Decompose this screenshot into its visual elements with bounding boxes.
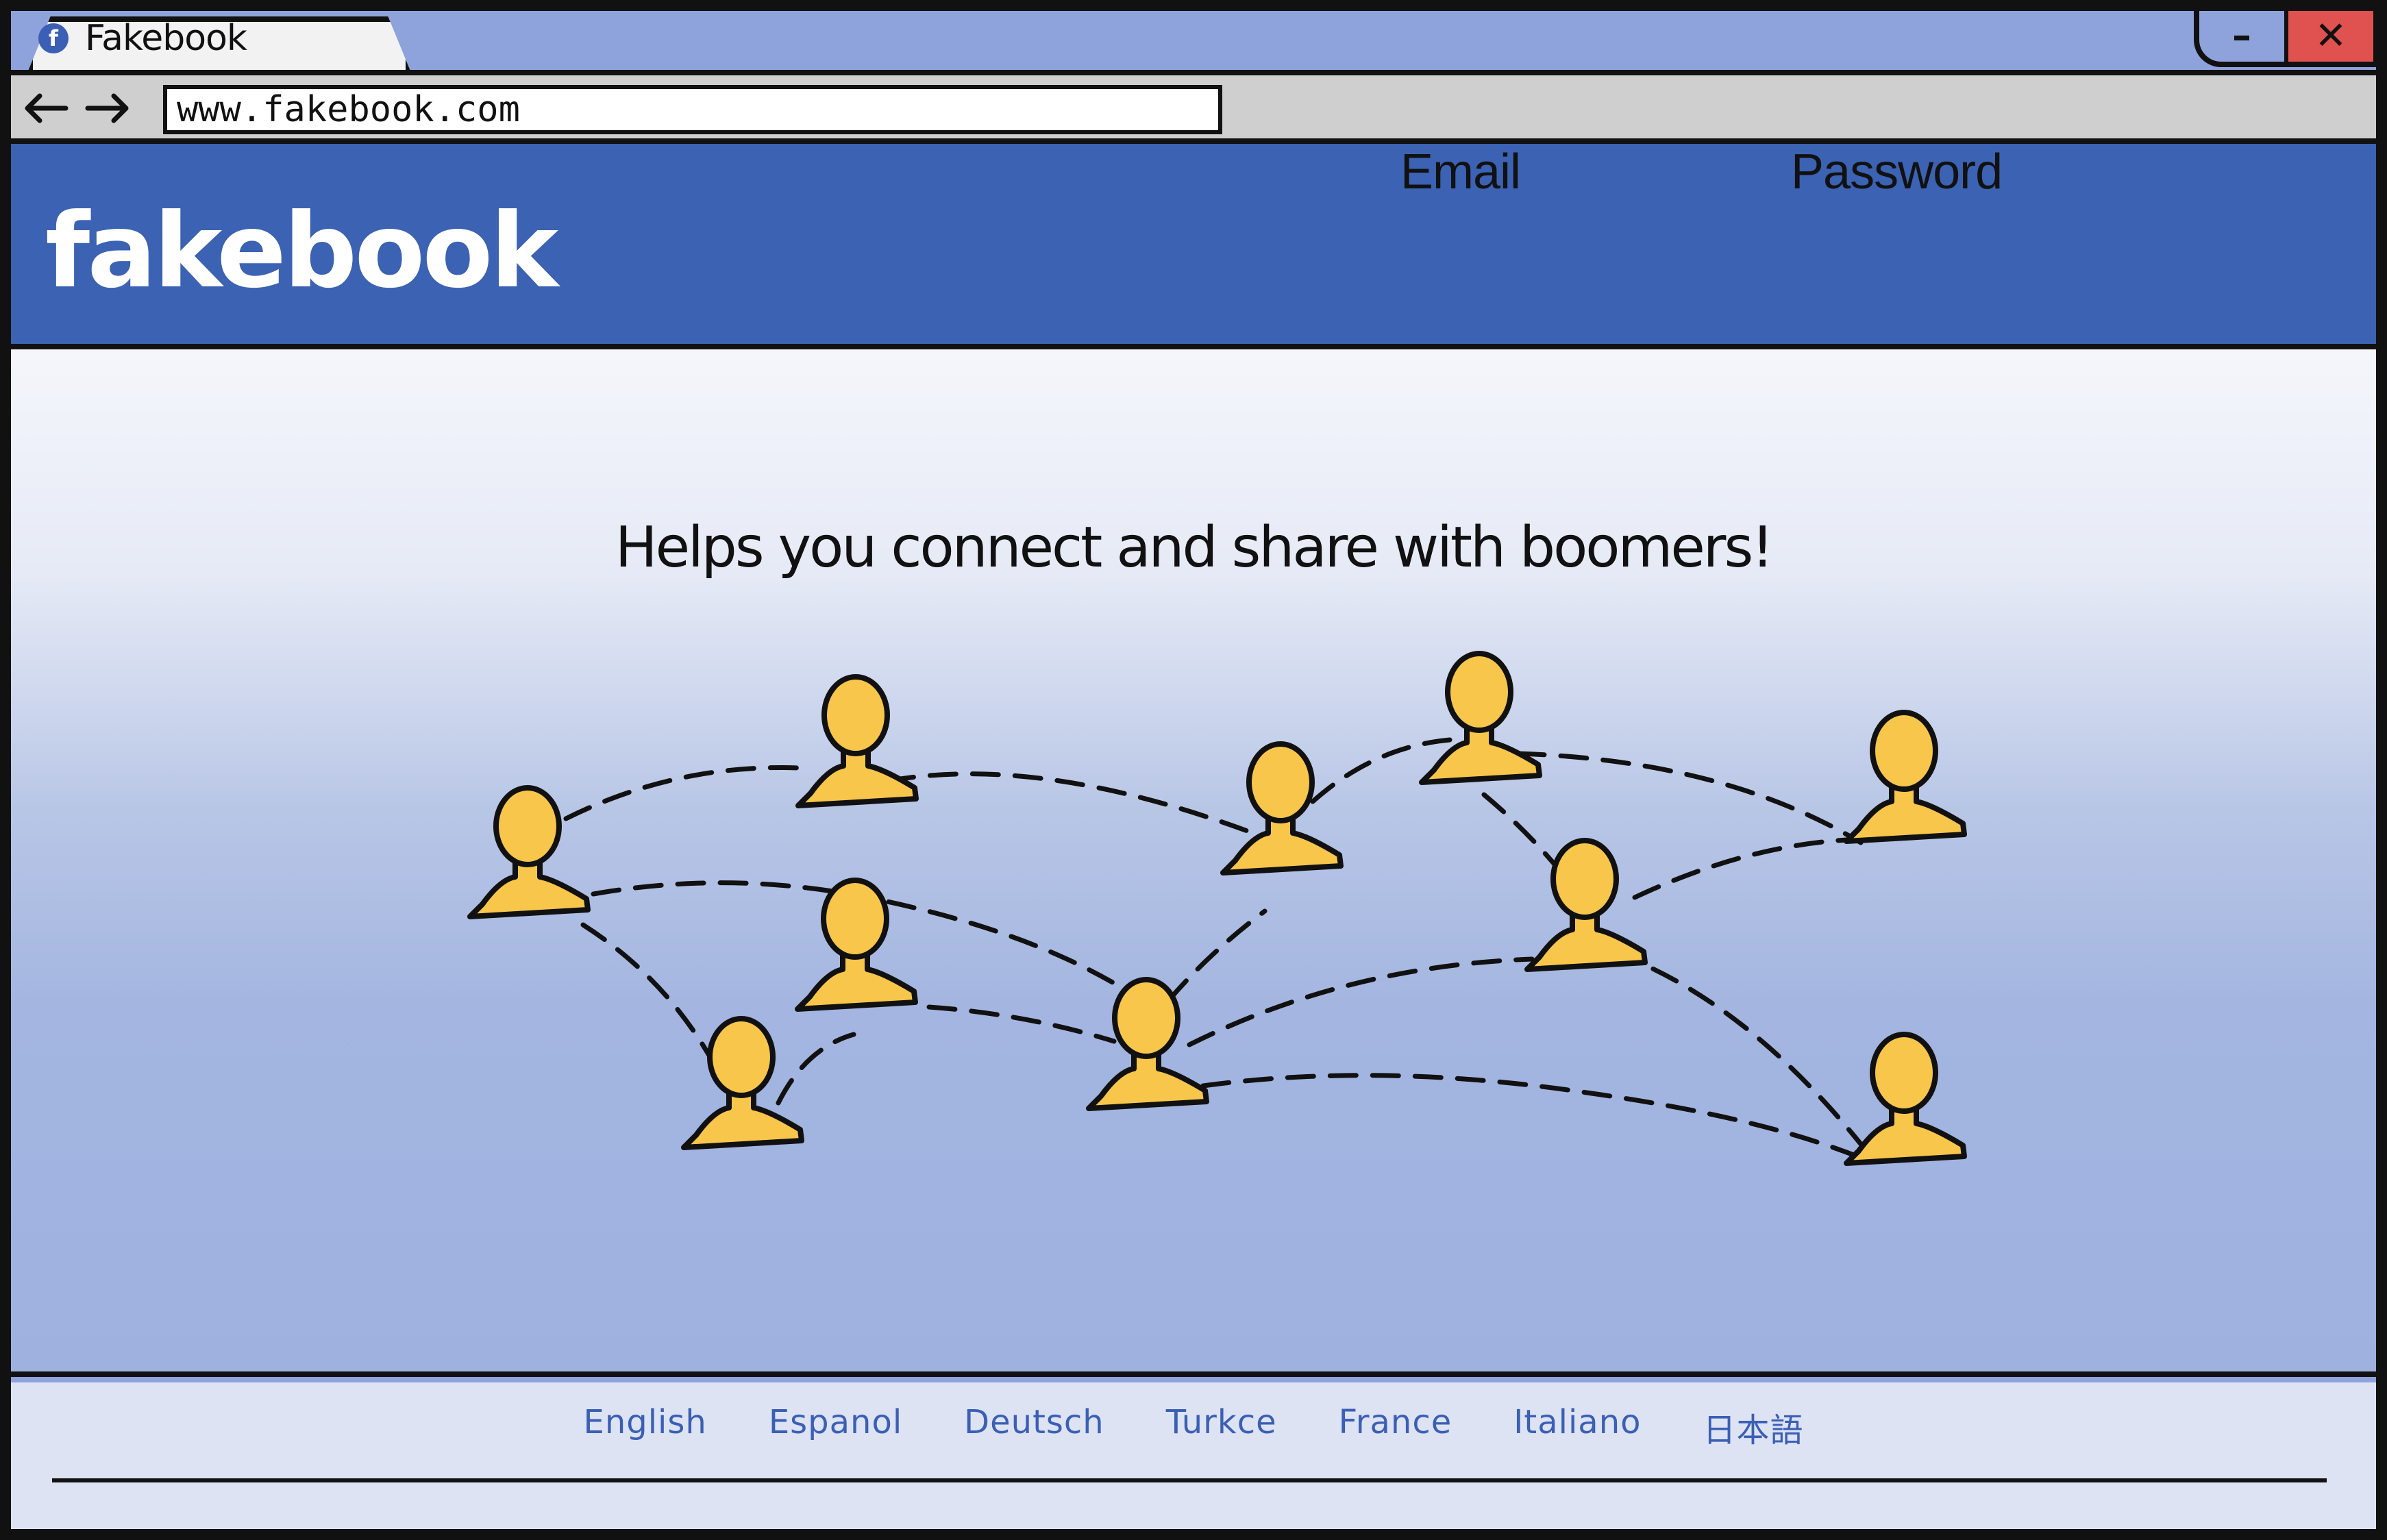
person-icon: [1846, 712, 1964, 841]
browser-window: f Fakebook – ✕ www.fakebook.com fakebook…: [0, 0, 2387, 1540]
tab-content[interactable]: f Fakebook: [38, 18, 247, 59]
language-list: English Espanol Deutsch Turkce France It…: [11, 1403, 2376, 1451]
forward-arrow-icon: [85, 93, 129, 123]
person-icon: [1846, 1034, 1964, 1163]
language-link-turkce[interactable]: Turkce: [1166, 1403, 1277, 1451]
language-link-italiano[interactable]: Italiano: [1513, 1403, 1641, 1451]
tab-strip: f Fakebook – ✕: [11, 11, 2376, 73]
url-input[interactable]: www.fakebook.com: [163, 85, 1222, 134]
language-link-espanol[interactable]: Espanol: [769, 1403, 902, 1451]
person-icon: [1422, 654, 1539, 782]
site-footer: English Espanol Deutsch Turkce France It…: [11, 1382, 2376, 1529]
back-arrow-icon: [25, 93, 69, 123]
email-label: Email: [1400, 145, 1521, 199]
password-label: Password: [1791, 145, 2003, 199]
person-icon: [684, 1019, 802, 1147]
language-link-english[interactable]: English: [583, 1403, 706, 1451]
person-icon: [470, 788, 588, 917]
site-logo[interactable]: fakebook: [45, 192, 558, 311]
person-icon: [797, 880, 915, 1009]
nav-buttons: [22, 86, 132, 130]
minimize-button[interactable]: –: [2199, 11, 2284, 62]
window-controls: – ✕: [2194, 11, 2376, 67]
back-button[interactable]: [22, 86, 70, 130]
facebook-favicon-icon: f: [38, 23, 69, 53]
person-icon: [798, 677, 916, 806]
close-icon: ✕: [2314, 13, 2347, 58]
person-icon: [1223, 744, 1341, 873]
tab-title: Fakebook: [85, 18, 247, 59]
footer-divider: [52, 1478, 2327, 1482]
language-link-france[interactable]: France: [1339, 1403, 1452, 1451]
forward-button[interactable]: [84, 86, 132, 130]
hero-section: Helps you connect and share with boomers…: [11, 349, 2376, 1377]
address-bar: www.fakebook.com: [11, 70, 2376, 144]
close-button[interactable]: ✕: [2284, 11, 2373, 62]
minimize-icon: –: [2232, 13, 2251, 58]
people-network-illustration: [11, 349, 2376, 1377]
site-header: fakebook Email Password: [11, 144, 2376, 349]
person-icon: [1527, 841, 1645, 969]
language-link-japanese[interactable]: 日本語: [1703, 1403, 1804, 1451]
page-content: fakebook Email Password Helps you connec…: [11, 144, 2376, 1529]
language-link-deutsch[interactable]: Deutsch: [964, 1403, 1104, 1451]
